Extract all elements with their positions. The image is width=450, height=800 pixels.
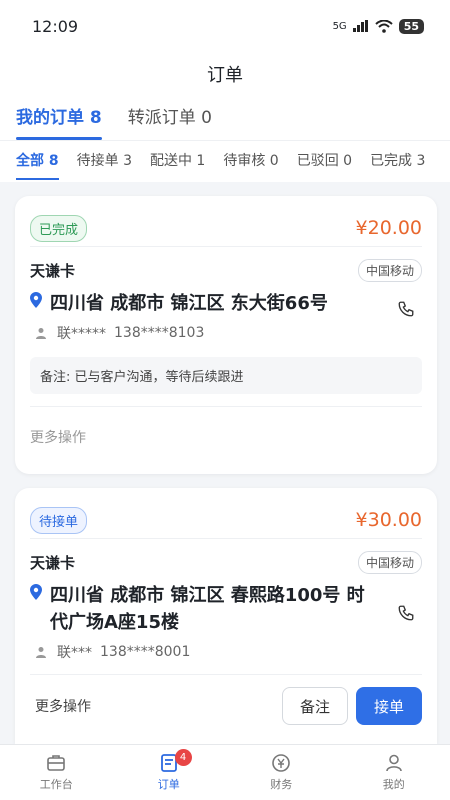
nav-label: 订单 (157, 778, 180, 791)
status-filter-tabs: 全部 8 待接单 3 配送中 1 待审核 0 已驳回 0 已完成 3 (0, 140, 450, 182)
page-title: 订单 (0, 52, 450, 100)
contact-phone: 138****8001 (100, 644, 191, 660)
carrier-tag: 中国移动 (357, 551, 422, 574)
status-icons: 5G 55 (332, 18, 424, 34)
phone-icon[interactable] (397, 604, 415, 627)
status-time: 12:09 (32, 16, 79, 36)
main-tabs: 我的订单 8 转派订单 0 (0, 100, 450, 140)
location-pin-icon (30, 584, 42, 636)
person-icon (36, 647, 46, 658)
order-note: 备注: 已与客户沟通，等待后续跟进 (30, 357, 422, 394)
network-label: 5G (332, 20, 347, 32)
note-button[interactable]: 备注 (282, 687, 348, 725)
status-bar: 12:09 5G 55 (0, 0, 450, 52)
signal-icon (352, 20, 368, 32)
carrier-tag: 中国移动 (357, 259, 422, 282)
phone-icon[interactable] (397, 300, 415, 323)
finance-icon (272, 754, 291, 772)
contact-name: 联*** (57, 645, 92, 661)
contact-name: 联***** (57, 326, 106, 342)
tab-pending-accept[interactable]: 待接单 3 (77, 141, 132, 182)
more-actions-link[interactable]: 更多操作 (35, 696, 91, 716)
profile-icon (385, 754, 402, 772)
divider (30, 406, 422, 407)
tab-rejected[interactable]: 已驳回 0 (297, 141, 352, 182)
wifi-icon (375, 19, 393, 33)
contact-row: 联***** 138****8103 (15, 317, 437, 343)
nav-label: 工作台 (39, 778, 73, 791)
nav-profile[interactable]: 我的 (338, 745, 450, 800)
nav-label: 财务 (270, 778, 293, 791)
person-icon (36, 328, 46, 339)
battery-icon: 55 (398, 18, 424, 34)
tab-delivering[interactable]: 配送中 1 (150, 141, 205, 182)
contact-row: 联*** 138****8001 (15, 636, 437, 662)
order-price: ¥30.00 (355, 509, 422, 531)
product-name: 天谦卡 (30, 554, 76, 572)
accept-order-button[interactable]: 接单 (356, 687, 422, 725)
tab-pending-review[interactable]: 待审核 0 (223, 141, 278, 182)
tab-my-orders[interactable]: 我的订单 8 (16, 100, 102, 140)
nav-orders[interactable]: 4 订单 (113, 745, 226, 800)
status-badge: 待接单 (30, 506, 88, 534)
tab-completed[interactable]: 已完成 3 (370, 141, 425, 182)
notification-badge: 4 (174, 749, 192, 766)
location-pin-icon (30, 292, 42, 317)
order-card[interactable]: 待接单 ¥30.00 天谦卡 中国移动 四川省 成都市 锦江区 春熙路100号 … (15, 488, 437, 744)
address-row: 四川省 成都市 锦江区 春熙路100号 时代广场A座15楼 (15, 574, 437, 636)
order-price: ¥20.00 (355, 217, 422, 239)
nav-label: 我的 (382, 778, 405, 791)
tab-transfer-orders[interactable]: 转派订单 0 (128, 100, 212, 140)
workbench-icon (47, 755, 66, 771)
card-actions: 更多操作 备注 接单 (15, 675, 437, 725)
bottom-nav: 工作台 4 订单 财务 我的 (0, 744, 450, 800)
status-badge: 已完成 (30, 214, 88, 242)
tab-all[interactable]: 全部 8 (16, 141, 59, 182)
address-row: 四川省 成都市 锦江区 东大街66号 (15, 282, 437, 317)
address-text: 四川省 成都市 锦江区 春熙路100号 时代广场A座15楼 (50, 585, 365, 633)
product-name: 天谦卡 (30, 262, 76, 280)
nav-finance[interactable]: 财务 (225, 745, 338, 800)
contact-phone: 138****8103 (114, 325, 205, 341)
order-card[interactable]: 已完成 ¥20.00 天谦卡 中国移动 四川省 成都市 锦江区 东大街66号 联… (15, 196, 437, 474)
address-text: 四川省 成都市 锦江区 东大街66号 (50, 293, 328, 314)
more-actions-link[interactable]: 更多操作 (15, 427, 437, 447)
nav-workbench[interactable]: 工作台 (0, 745, 113, 800)
